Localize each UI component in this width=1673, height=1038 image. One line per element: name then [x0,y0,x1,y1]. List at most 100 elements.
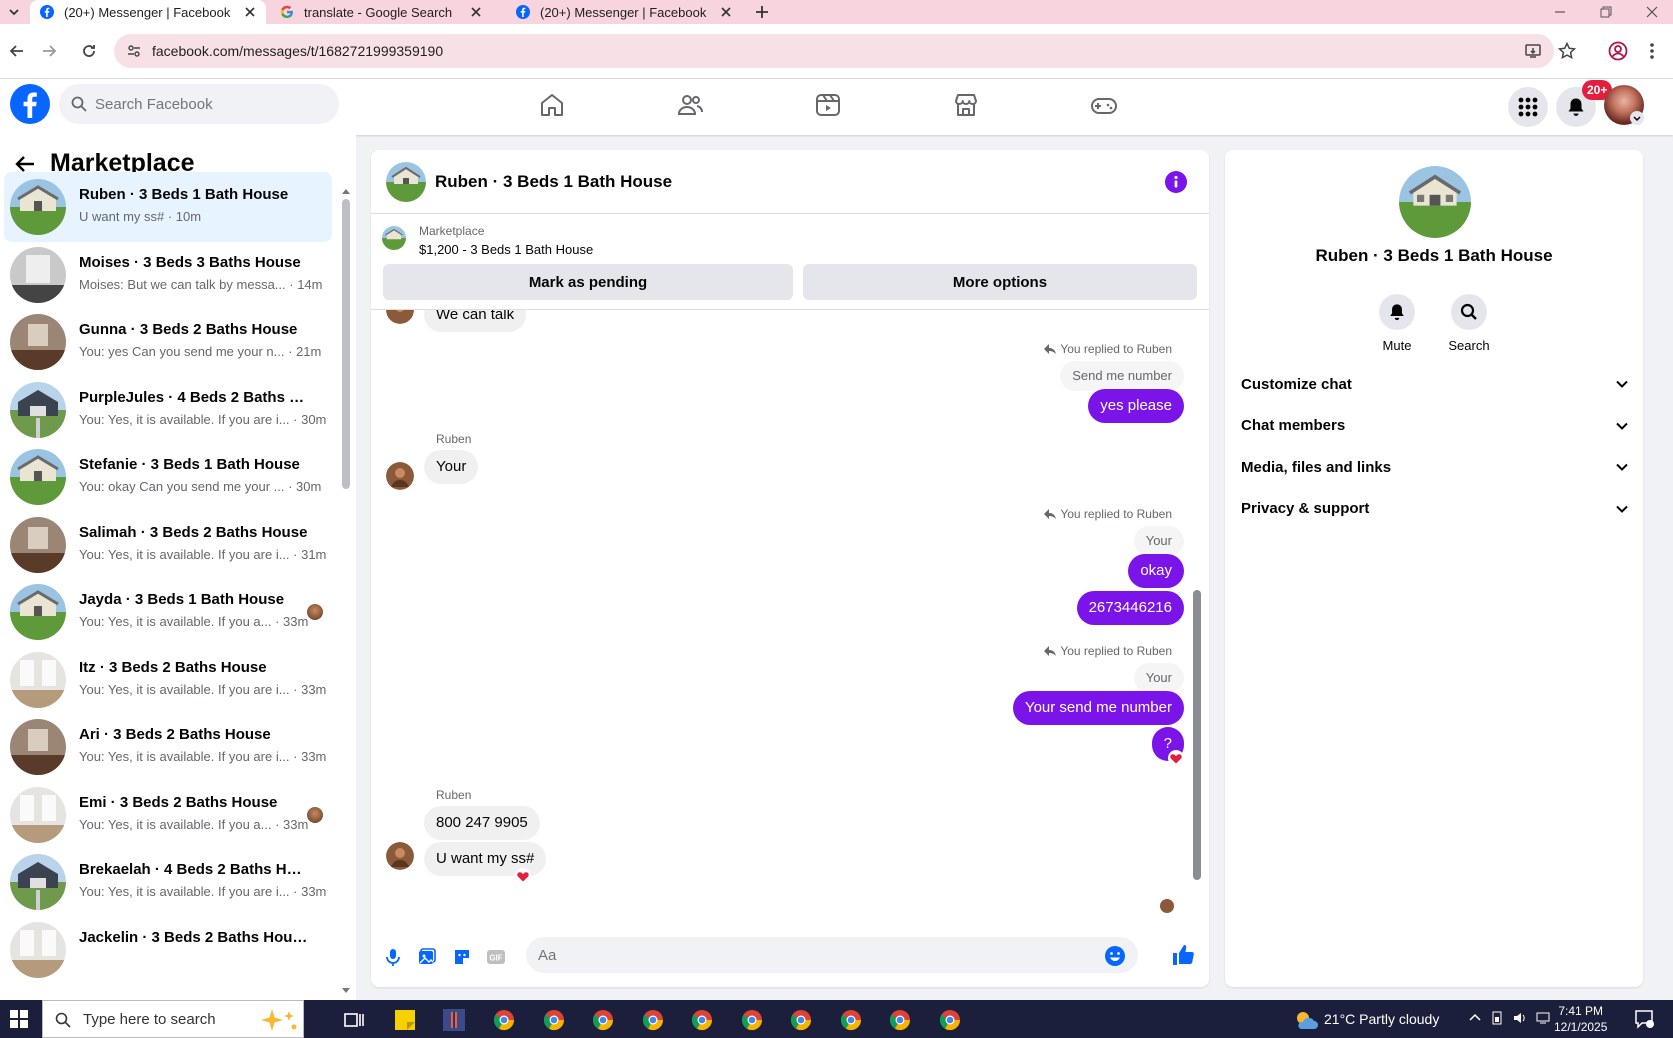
info-section-chat-members[interactable]: Chat members [1241,408,1629,444]
listing-price[interactable]: $1,200 - 3 Beds 1 Bath House [419,242,593,257]
menu-button[interactable] [1508,87,1548,127]
microphone-icon[interactable] [383,947,403,967]
info-icon[interactable] [1165,171,1187,193]
message-bubble[interactable]: okay [1128,554,1184,588]
conversation-item[interactable]: Jayda · 3 Beds 1 Bath House You: Yes, it … [4,577,332,647]
sender-avatar[interactable] [386,842,414,870]
photo-icon[interactable] [417,947,437,967]
close-tab-icon[interactable] [718,4,734,20]
emoji-icon[interactable] [1104,945,1126,967]
conversation-item[interactable]: Itz · 3 Beds 2 Baths House You: Yes, it i… [4,645,332,715]
chrome-icon[interactable] [741,1009,763,1031]
more-options-button[interactable]: More options [803,264,1197,300]
restore-icon[interactable] [1598,4,1614,20]
scrollbar[interactable] [1193,590,1201,880]
gif-icon[interactable]: GIF [486,947,506,967]
search-in-chat-button[interactable]: Search [1439,294,1499,353]
chrome-icon[interactable] [939,1009,961,1031]
profile-icon[interactable] [1608,41,1628,61]
minimize-icon[interactable] [1552,4,1568,20]
conversation-item[interactable]: Salimah · 3 Beds 2 Baths House You: Yes, … [4,510,332,580]
close-window-icon[interactable] [1644,4,1660,20]
conversation-item[interactable]: Jackelin · 3 Beds 2 Baths House [4,915,332,985]
message-bubble[interactable]: 2673446216 [1076,591,1184,625]
message-bubble[interactable]: Your send me number [1012,691,1184,725]
message-bubble[interactable]: We can talk [424,310,527,332]
quoted-message[interactable]: Your [1133,526,1184,556]
facebook-logo-icon[interactable] [10,84,50,124]
task-view-icon[interactable] [343,1009,365,1031]
browser-menu-icon[interactable] [1646,41,1658,61]
conversation-item[interactable]: Brekaelah · 4 Beds 2 Baths House You: Yes… [4,847,332,917]
info-section-media-files-and-links[interactable]: Media, files and links [1241,449,1629,485]
conversation-item[interactable]: Stefanie · 3 Beds 1 Bath House You: okay … [4,442,332,512]
heart-reaction-icon[interactable] [515,868,531,884]
facebook-search-input[interactable] [95,84,325,124]
contact-avatar[interactable] [1399,166,1471,238]
video-icon[interactable] [814,91,842,119]
chrome-icon[interactable] [790,1009,812,1031]
thumbs-up-icon[interactable] [1171,943,1195,967]
reload-icon[interactable] [80,42,98,60]
bookmark-star-icon[interactable] [1558,42,1576,60]
conversation-item[interactable]: Moises · 3 Beds 3 Baths House Moises: But… [4,240,332,310]
browser-tab-messenger-1[interactable]: (20+) Messenger | Facebook [30,0,266,24]
chrome-icon[interactable] [691,1009,713,1031]
notification-center-icon[interactable] [1634,1009,1654,1029]
conversation-item[interactable]: Emi · 3 Beds 2 Baths House You: Yes, it i… [4,780,332,850]
sticker-icon[interactable] [452,947,472,967]
chrome-icon[interactable] [840,1009,862,1031]
scrollbar[interactable] [342,199,350,489]
facebook-search[interactable] [59,84,339,124]
chrome-icon[interactable] [889,1009,911,1031]
site-info-icon[interactable] [126,43,142,59]
conversation-item[interactable]: Ruben · 3 Beds 1 Bath House U want my ss#… [4,172,332,242]
quoted-message[interactable]: Send me number [1060,361,1184,391]
close-tab-icon[interactable] [242,4,258,20]
info-section-privacy-support[interactable]: Privacy & support [1241,491,1629,527]
heart-reaction-icon[interactable] [1168,750,1184,766]
listing-thumb[interactable] [382,226,406,250]
install-app-icon[interactable] [1524,42,1542,60]
marketplace-icon[interactable] [952,91,980,119]
app-icon[interactable] [443,1009,465,1031]
scroll-down-icon[interactable] [342,987,350,995]
browser-tab-google[interactable]: translate - Google Search [270,0,492,24]
chat-title[interactable]: Ruben · 3 Beds 1 Bath House [435,172,672,192]
mark-as-pending-button[interactable]: Mark as pending [383,264,793,300]
tab-search-icon[interactable] [6,4,22,20]
windows-start-icon[interactable] [10,1010,28,1028]
sender-avatar[interactable] [386,462,414,490]
chrome-icon[interactable] [592,1009,614,1031]
gaming-icon[interactable] [1090,91,1118,119]
conversation-item[interactable]: Gunna · 3 Beds 2 Baths House You: yes Can… [4,307,332,377]
forward-arrow-icon[interactable] [40,42,58,60]
close-tab-icon[interactable] [468,4,484,20]
browser-tab-messenger-2[interactable]: (20+) Messenger | Facebook [506,0,742,24]
address-bar[interactable]: facebook.com/messages/t/1682721999359190 [114,34,1554,68]
taskbar-search[interactable]: Type here to search [42,1000,304,1038]
chevron-up-icon[interactable] [1468,1011,1482,1025]
network-icon[interactable] [1536,1011,1550,1025]
message-bubble[interactable]: yes please [1088,389,1184,423]
quoted-message[interactable]: Your [1133,663,1184,693]
message-input[interactable] [526,937,1138,973]
mute-button[interactable]: Mute [1367,294,1427,353]
back-arrow-icon[interactable] [8,42,26,60]
sticky-notes-icon[interactable] [394,1009,416,1031]
conversation-item[interactable]: PurpleJules · 4 Beds 2 Baths Ho... You: Y… [4,375,332,445]
home-icon[interactable] [538,91,566,119]
new-tab-icon[interactable] [754,4,770,20]
weather-text[interactable]: 21°C Partly cloudy [1324,1011,1439,1027]
info-section-customize-chat[interactable]: Customize chat [1241,366,1629,402]
conversation-item[interactable]: Ari · 3 Beds 2 Baths House You: Yes, it i… [4,712,332,782]
chrome-icon[interactable] [493,1009,515,1031]
chat-avatar[interactable] [386,162,426,202]
battery-icon[interactable] [1491,1011,1505,1025]
volume-icon[interactable] [1513,1011,1527,1025]
scroll-up-icon[interactable] [342,187,350,195]
partly-cloudy-icon[interactable] [1294,1009,1318,1031]
message-bubble[interactable]: 800 247 9905 [424,806,540,840]
sender-avatar[interactable] [386,310,414,324]
message-bubble[interactable]: Your [424,450,479,484]
